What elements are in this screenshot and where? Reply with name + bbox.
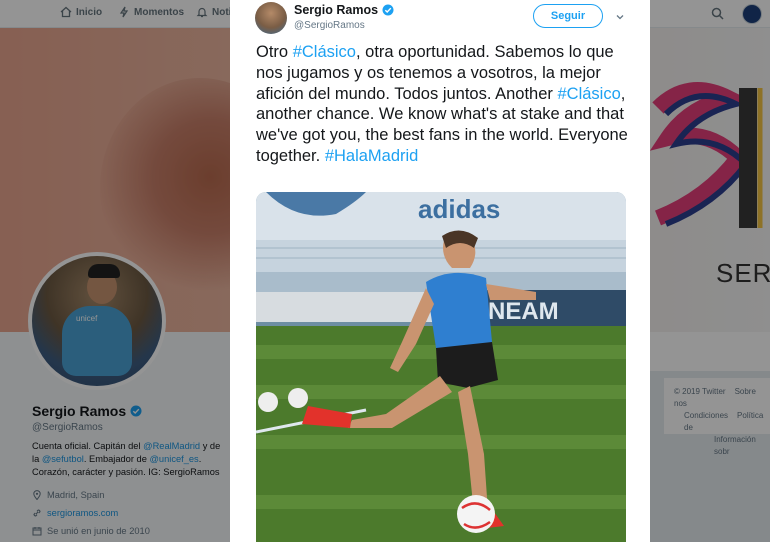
photo-wall-text: NEAM [488,298,559,325]
tweet-photo-art: adidas NEAM [256,192,626,542]
tweet-author-avatar[interactable] [255,2,287,34]
tweet-text: Otro #Clásico, otra oportunidad. Sabemos… [256,42,636,167]
hashtag-clasico[interactable]: #Clásico [293,43,356,61]
tweet-modal: Sergio Ramos @SergioRamos Seguir Otro #C… [230,0,650,542]
tweet-photo[interactable]: adidas NEAM [256,192,626,542]
hashtag-clasico-2[interactable]: #Clásico [557,85,620,103]
follow-button[interactable]: Seguir [533,4,603,28]
tweet-author-handle[interactable]: @SergioRamos [294,20,365,31]
chevron-down-icon[interactable] [615,12,625,22]
verified-badge-icon [382,4,394,16]
photo-billboard-text: adidas [418,194,500,224]
hashtag-halamadrid[interactable]: #HalaMadrid [325,147,419,165]
tweet-author-name-text: Sergio Ramos [294,3,379,17]
tweet-author-name[interactable]: Sergio Ramos [294,3,394,17]
tweet-text-part-1: Otro [256,43,293,61]
